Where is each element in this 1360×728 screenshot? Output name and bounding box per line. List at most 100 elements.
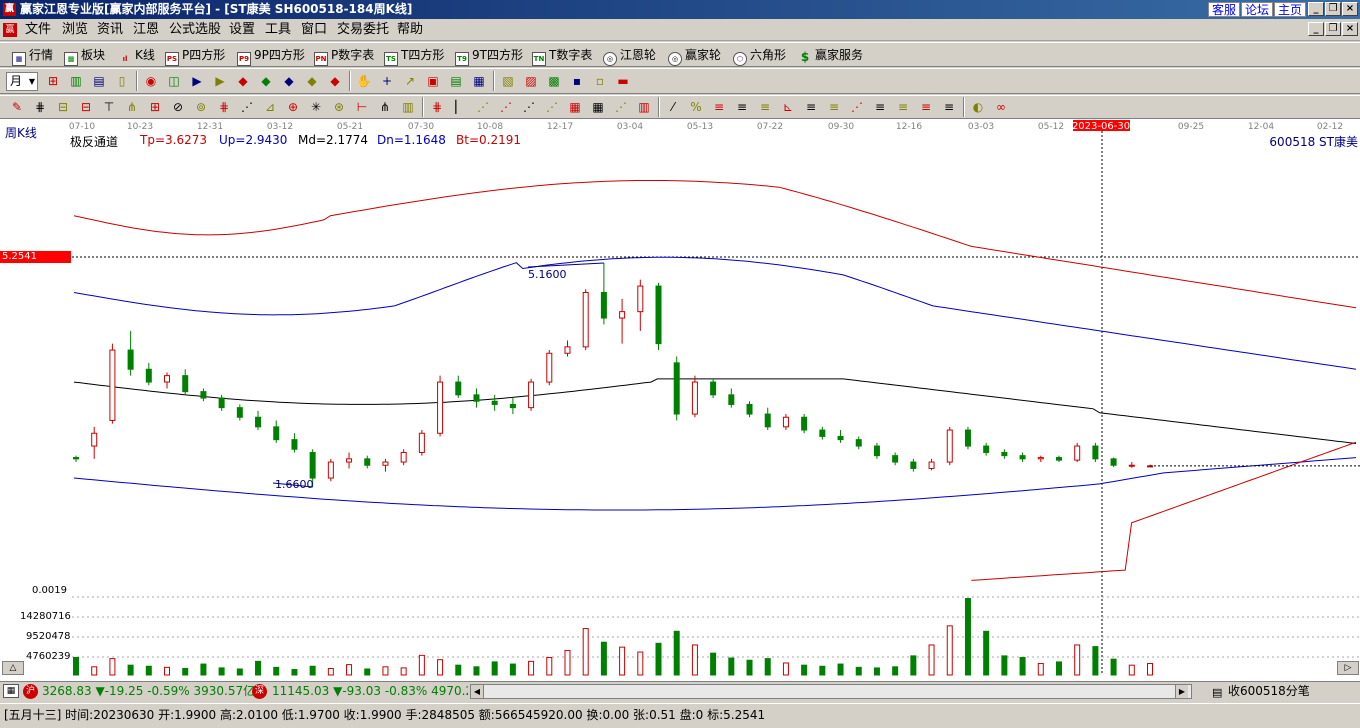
chart-tool-icon[interactable]: ▦: [470, 72, 488, 90]
drawing-tool-icon[interactable]: ⊟: [54, 98, 72, 116]
menu-gann[interactable]: 江恩: [133, 22, 159, 38]
drawing-tool-icon[interactable]: ✎: [8, 98, 26, 116]
grid-icon[interactable]: ▦: [3, 684, 19, 698]
restore-icon[interactable]: ❐: [1325, 2, 1341, 16]
minimize-icon[interactable]: _: [1308, 22, 1324, 36]
menu-trade[interactable]: 交易委托: [337, 22, 389, 38]
close-icon[interactable]: ×: [1342, 2, 1358, 16]
drawing-tool-icon[interactable]: ≡: [802, 98, 820, 116]
menu-info[interactable]: 资讯: [97, 22, 123, 38]
drawing-tool-icon[interactable]: ≡: [733, 98, 751, 116]
chart-tool-icon[interactable]: ▫: [591, 72, 609, 90]
expand-right-icon[interactable]: ▷: [1337, 661, 1359, 675]
homepage-button[interactable]: 主页: [1274, 2, 1307, 17]
drawing-tool-icon[interactable]: %: [687, 98, 705, 116]
drawing-tool-icon[interactable]: ▦: [589, 98, 607, 116]
drawing-tool-icon[interactable]: ≡: [871, 98, 889, 116]
drawing-tool-icon[interactable]: ∞: [992, 98, 1010, 116]
forum-button[interactable]: 论坛: [1241, 2, 1274, 17]
chart-tool-icon[interactable]: ▩: [545, 72, 563, 90]
drawing-tool-icon[interactable]: ≡: [894, 98, 912, 116]
menu-file[interactable]: 文件: [25, 22, 51, 38]
toolbar-gann-wheel[interactable]: ◎ 江恩轮: [603, 47, 656, 66]
drawing-tool-icon[interactable]: ▥: [635, 98, 653, 116]
shanghai-index-icon[interactable]: 沪: [23, 684, 38, 699]
menu-formula[interactable]: 公式选股: [169, 22, 221, 38]
toolbar-p-square[interactable]: PS P四方形: [165, 47, 225, 66]
toolbar-p-table[interactable]: PN P数字表: [314, 47, 374, 66]
menu-browse[interactable]: 浏览: [62, 22, 88, 38]
chart-tool-icon[interactable]: ▥: [67, 72, 85, 90]
drawing-tool-icon[interactable]: ⋕: [215, 98, 233, 116]
chart-tool-icon[interactable]: ▶: [188, 72, 206, 90]
chart-tool-icon[interactable]: ↗: [401, 72, 419, 90]
drawing-tool-icon[interactable]: ⋔: [376, 98, 394, 116]
drawing-tool-icon[interactable]: ▏: [451, 98, 469, 116]
toolbar-kline[interactable]: ıl K线: [118, 47, 155, 63]
chart-tool-icon[interactable]: ▣: [424, 72, 442, 90]
chart-tool-icon[interactable]: ◫: [165, 72, 183, 90]
chart-tool-icon[interactable]: ▬: [614, 72, 632, 90]
toolbar-9p-square[interactable]: P9 9P四方形: [237, 47, 305, 66]
kline-chart[interactable]: 07-10 10-23 12-31 03-12 05-21 07-30 10-08 12-17…: [0, 119, 1360, 681]
chart-tool-icon[interactable]: ◉: [142, 72, 160, 90]
drawing-tool-icon[interactable]: ⋰: [497, 98, 515, 116]
toolbar-hexagon[interactable]: ⬡ 六角形: [733, 47, 786, 66]
drawing-tool-icon[interactable]: ◐: [969, 98, 987, 116]
drawing-tool-icon[interactable]: ≡: [940, 98, 958, 116]
drawing-tool-icon[interactable]: ⊚: [192, 98, 210, 116]
toolbar-winner-service[interactable]: $ 赢家服务: [798, 47, 863, 63]
menu-window[interactable]: 窗口: [301, 22, 327, 38]
chart-tool-icon[interactable]: ✋: [355, 72, 373, 90]
tick-detail-label[interactable]: 收600518分笔: [1228, 682, 1310, 700]
drawing-tool-icon[interactable]: ⊢: [353, 98, 371, 116]
chart-tool-icon[interactable]: ◆: [303, 72, 321, 90]
drawing-tool-icon[interactable]: ⊾: [779, 98, 797, 116]
drawing-tool-icon[interactable]: ⋕: [31, 98, 49, 116]
chart-tool-icon[interactable]: ▤: [90, 72, 108, 90]
restore-icon[interactable]: ❐: [1325, 22, 1341, 36]
toolbar-t-square[interactable]: TS T四方形: [384, 47, 444, 66]
toolbar-blocks[interactable]: ▩ 板块: [64, 47, 105, 66]
drawing-tool-icon[interactable]: ⋰: [238, 98, 256, 116]
period-select[interactable]: 月 ▼: [6, 72, 38, 91]
drawing-tool-icon[interactable]: ⊘: [169, 98, 187, 116]
drawing-tool-icon[interactable]: ⁄: [664, 98, 682, 116]
chart-tool-icon[interactable]: ▤: [447, 72, 465, 90]
chart-tool-icon[interactable]: ▪: [568, 72, 586, 90]
expand-up-icon[interactable]: △: [2, 661, 24, 675]
drawing-tool-icon[interactable]: ⊤: [100, 98, 118, 116]
chart-tool-icon[interactable]: ▯: [113, 72, 131, 90]
customer-service-button[interactable]: 客服: [1208, 2, 1241, 17]
chart-tool-icon[interactable]: ◆: [257, 72, 275, 90]
drawing-tool-icon[interactable]: ⊞: [146, 98, 164, 116]
drawing-tool-icon[interactable]: ⊟: [77, 98, 95, 116]
menu-help[interactable]: 帮助: [397, 22, 423, 38]
chart-tool-icon[interactable]: ▨: [522, 72, 540, 90]
menu-settings[interactable]: 设置: [229, 22, 255, 38]
drawing-tool-icon[interactable]: ⊿: [261, 98, 279, 116]
close-icon[interactable]: ×: [1342, 22, 1358, 36]
drawing-tool-icon[interactable]: ≡: [756, 98, 774, 116]
drawing-tool-icon[interactable]: ≡: [710, 98, 728, 116]
toolbar-9t-square[interactable]: T9 9T四方形: [455, 47, 523, 66]
menu-tools[interactable]: 工具: [265, 22, 291, 38]
drawing-tool-icon[interactable]: ⋰: [612, 98, 630, 116]
drawing-tool-icon[interactable]: ≡: [917, 98, 935, 116]
drawing-tool-icon[interactable]: ≡: [825, 98, 843, 116]
chart-tool-icon[interactable]: ▧: [499, 72, 517, 90]
shenzhen-index[interactable]: 11145.03 ▼-93.03 -0.83% 4970.2: [272, 682, 468, 700]
toolbar-t-table[interactable]: TN T数字表: [532, 47, 592, 66]
chart-tool-icon[interactable]: ◆: [234, 72, 252, 90]
drawing-tool-icon[interactable]: ✳: [307, 98, 325, 116]
toolbar-quotes[interactable]: ▦ 行情: [12, 47, 53, 66]
chart-tool-icon[interactable]: ⊞: [44, 72, 62, 90]
drawing-tool-icon[interactable]: ⋕: [428, 98, 446, 116]
drawing-tool-icon[interactable]: ⊛: [330, 98, 348, 116]
scroll-left-icon[interactable]: ◀: [471, 685, 484, 698]
toolbar-winner-wheel[interactable]: ◎ 赢家轮: [668, 47, 721, 66]
drawing-tool-icon[interactable]: ⋰: [474, 98, 492, 116]
chart-panel[interactable]: 07-10 10-23 12-31 03-12 05-21 07-30 10-08 12-17…: [0, 119, 1360, 681]
chart-tool-icon[interactable]: ◆: [326, 72, 344, 90]
horizontal-scrollbar[interactable]: ◀ ▶: [470, 684, 1192, 699]
